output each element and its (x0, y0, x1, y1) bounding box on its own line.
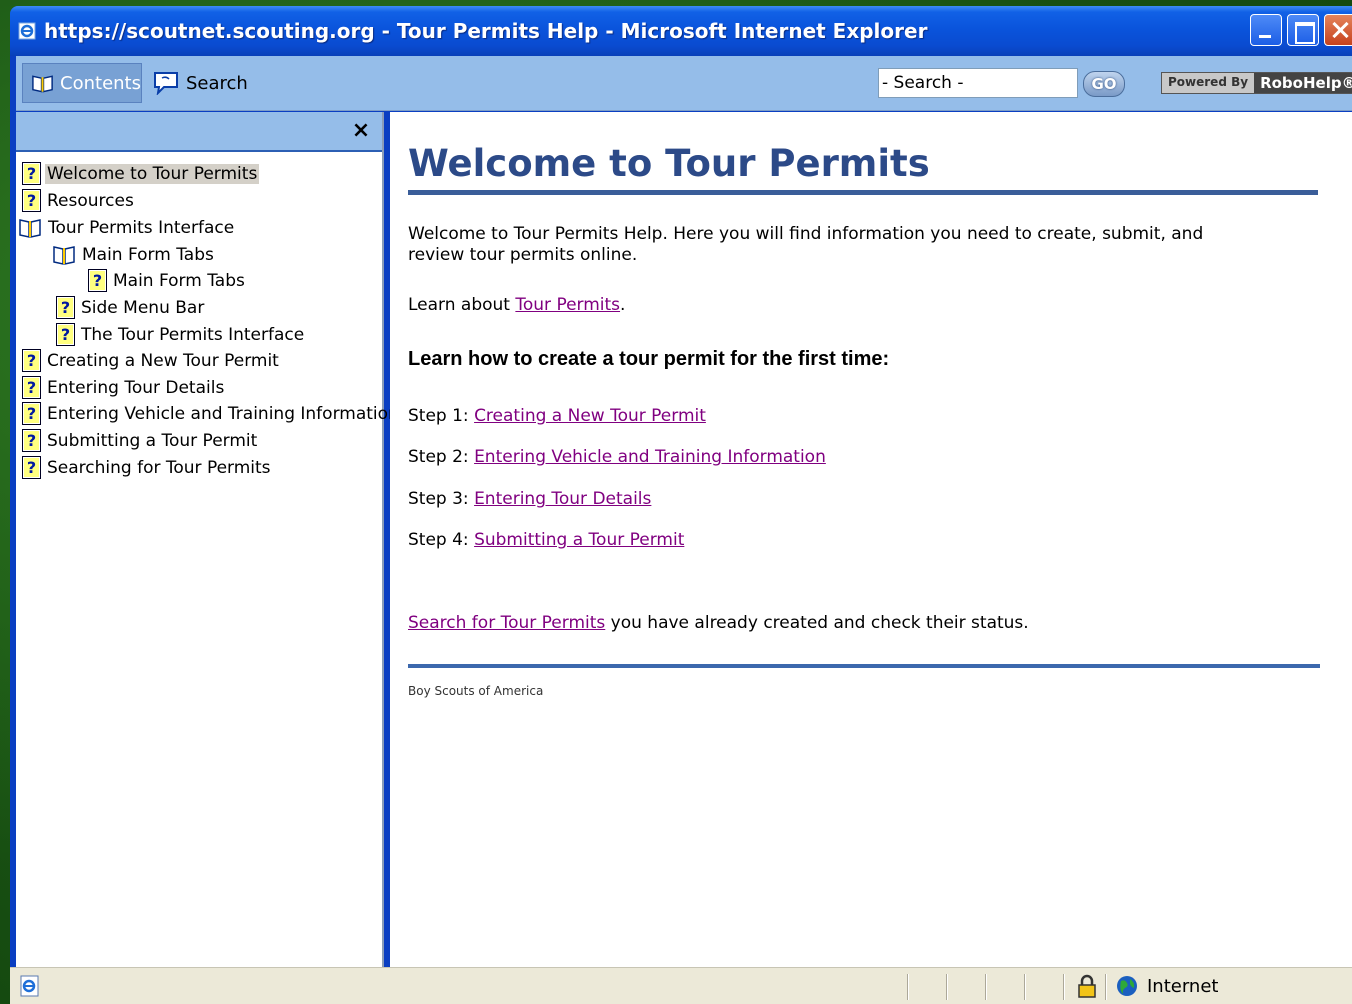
status-divider (1024, 974, 1026, 1000)
tab-search-label: Search (186, 72, 248, 94)
tab-search[interactable]: Search (152, 63, 252, 103)
close-window-button[interactable] (1324, 14, 1352, 46)
step-3-link[interactable]: Entering Tour Details (474, 489, 651, 509)
step-2: Step 2: Entering Vehicle and Training In… (408, 447, 826, 468)
toc-item[interactable]: ? Resources (22, 188, 136, 213)
toc-item-label: Tour Permits Interface (48, 217, 235, 238)
step-4: Step 4: Submitting a Tour Permit (408, 530, 684, 551)
toc-item[interactable]: Main Form Tabs (52, 242, 216, 267)
tab-contents[interactable]: Contents (22, 63, 142, 103)
maximize-button[interactable] (1287, 14, 1319, 46)
toc-item-label: Main Form Tabs (113, 270, 245, 291)
title-divider (408, 190, 1318, 195)
status-divider (907, 974, 909, 1000)
page-title: Welcome to Tour Permits (408, 142, 930, 185)
status-bar: Internet (10, 967, 1352, 1004)
intro-line-2: review tour permits online. (408, 245, 638, 265)
internet-globe-icon (1117, 976, 1137, 996)
security-zone-label: Internet (1147, 976, 1219, 997)
toc-item[interactable]: Tour Permits Interface (18, 215, 236, 240)
open-book-icon (53, 246, 75, 265)
help-toolbar: Contents Search GO Powered By RoboHelp® (16, 56, 1352, 111)
toc-item-label: Side Menu Bar (81, 297, 205, 318)
powered-by-label: Powered By (1162, 73, 1255, 93)
robohelp-brand: RoboHelp® (1254, 73, 1352, 93)
step-1: Step 1: Creating a New Tour Permit (408, 406, 706, 427)
help-topic-icon: ? (22, 376, 41, 399)
steps-heading: Learn how to create a tour permit for th… (408, 348, 890, 370)
toc-item-label: Entering Vehicle and Training Informatio… (47, 403, 399, 424)
status-divider (985, 974, 987, 1000)
toc-item-label: Creating a New Tour Permit (47, 350, 279, 371)
tour-permits-link[interactable]: Tour Permits (515, 295, 620, 315)
window-title: https://scoutnet.scouting.org - Tour Per… (44, 19, 928, 43)
learn-about-paragraph: Learn about Tour Permits. (408, 295, 625, 316)
toc-item-label: Welcome to Tour Permits (45, 163, 260, 184)
open-book-icon (19, 219, 41, 238)
help-topic-icon: ? (22, 349, 41, 372)
go-button[interactable]: GO (1083, 71, 1125, 97)
lock-icon[interactable] (1076, 974, 1098, 998)
step-1-link[interactable]: Creating a New Tour Permit (474, 406, 706, 426)
toc-item[interactable]: ? Welcome to Tour Permits (22, 161, 260, 186)
toc-item[interactable]: ? The Tour Permits Interface (56, 322, 306, 347)
toc-item[interactable]: ? Creating a New Tour Permit (22, 348, 281, 373)
help-topic-icon: ? (22, 189, 41, 212)
help-topic-icon: ? (56, 296, 75, 319)
step-prefix: Step 4: (408, 530, 475, 550)
intro-paragraph: Welcome to Tour Permits Help. Here you w… (408, 224, 1203, 266)
toc-item-label: Submitting a Tour Permit (47, 430, 258, 451)
status-divider (1105, 974, 1107, 1000)
toc-item[interactable]: ? Searching for Tour Permits (22, 455, 273, 480)
toc-item[interactable]: ? Entering Tour Details (22, 375, 226, 400)
toc-item-label: The Tour Permits Interface (81, 324, 305, 345)
learn-suffix: . (620, 295, 626, 315)
title-bar[interactable]: https://scoutnet.scouting.org - Tour Per… (10, 6, 1352, 56)
help-topic-icon: ? (22, 456, 41, 479)
toc-item-label: Entering Tour Details (47, 377, 225, 398)
step-prefix: Step 2: (408, 447, 475, 467)
help-topic-icon: ? (88, 269, 107, 292)
help-topic-icon: ? (56, 323, 75, 346)
minimize-button[interactable] (1250, 14, 1282, 46)
toc-item[interactable]: ? Main Form Tabs (88, 268, 247, 293)
search-input[interactable] (878, 68, 1078, 98)
step-prefix: Step 3: (408, 489, 475, 509)
toc-item-label: Main Form Tabs (82, 244, 214, 265)
status-divider (946, 974, 948, 1000)
step-4-link[interactable]: Submitting a Tour Permit (474, 530, 684, 550)
step-3: Step 3: Entering Tour Details (408, 489, 651, 510)
footer-text: Boy Scouts of America (408, 684, 544, 698)
browser-window: https://scoutnet.scouting.org - Tour Per… (10, 6, 1352, 1004)
help-content: Welcome to Tour Permits Welcome to Tour … (390, 112, 1352, 967)
close-pane-icon[interactable]: × (348, 116, 374, 146)
search-paragraph: Search for Tour Permits you have already… (408, 613, 1029, 634)
search-tour-permits-link[interactable]: Search for Tour Permits (408, 613, 605, 633)
step-prefix: Step 1: (408, 406, 475, 426)
toc-pane-header: × (16, 112, 382, 152)
toc-item-label: Searching for Tour Permits (47, 457, 271, 478)
toc-item[interactable]: ? Entering Vehicle and Training Informati… (22, 401, 401, 426)
help-topic-icon: ? (22, 162, 41, 185)
step-2-link[interactable]: Entering Vehicle and Training Informatio… (474, 447, 826, 467)
status-divider (1063, 974, 1065, 1000)
robohelp-badge[interactable]: Powered By RoboHelp® (1161, 72, 1352, 94)
toc-item[interactable]: ? Submitting a Tour Permit (22, 428, 259, 453)
page-icon (20, 975, 39, 997)
toc-item[interactable]: ? Side Menu Bar (56, 295, 206, 320)
tab-contents-label: Contents (60, 72, 141, 94)
learn-prefix: Learn about (408, 295, 516, 315)
open-book-icon (32, 75, 53, 93)
search-suffix: you have already created and check their… (605, 613, 1029, 633)
internet-explorer-icon (18, 21, 38, 41)
speech-bubble-icon (154, 72, 178, 95)
footer-divider (408, 664, 1320, 668)
intro-line-1: Welcome to Tour Permits Help. Here you w… (408, 224, 1204, 244)
toc-pane: × ? Welcome to Tour Permits? Resources Tour… (16, 112, 399, 967)
toc-item-label: Resources (47, 190, 134, 211)
help-topic-icon: ? (22, 429, 41, 452)
help-topic-icon: ? (22, 402, 41, 425)
